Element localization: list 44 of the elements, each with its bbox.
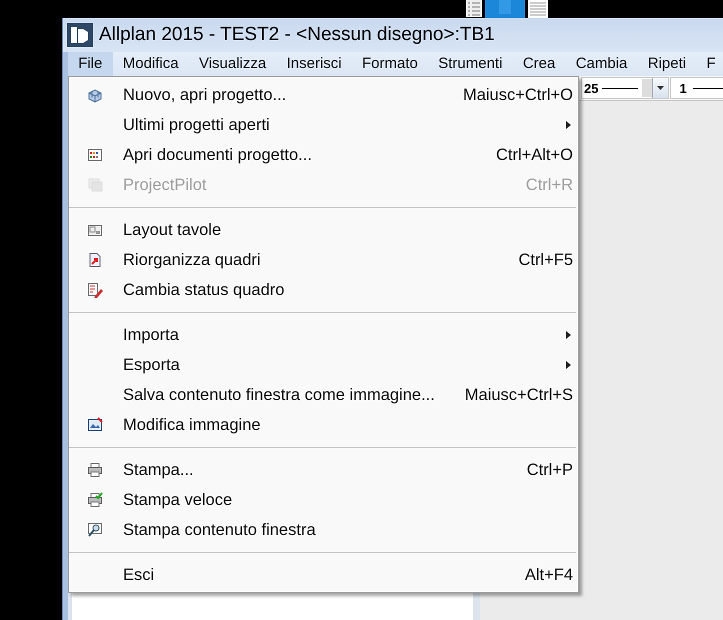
pen-combo[interactable]: 25 <box>581 77 670 99</box>
window-title: Allplan 2015 - TEST2 - <Nessun disegno>:TB1 <box>99 24 495 46</box>
search-icon <box>87 522 103 538</box>
layout-icon <box>87 222 103 238</box>
menu-item[interactable]: Crea <box>512 52 566 76</box>
menu-item[interactable]: Esci Alt+F4 <box>69 560 578 590</box>
menu-item[interactable]: Riorganizza quadri Ctrl+F5 <box>69 245 578 275</box>
menu-item[interactable]: Strumenti <box>428 52 513 76</box>
dropdown-arrow-icon <box>657 86 664 90</box>
menu-item[interactable]: Inserisci <box>276 52 352 76</box>
menu-item[interactable]: Stampa... Ctrl+P <box>69 455 578 485</box>
line-combo[interactable]: 1 <box>670 77 723 99</box>
menu-item[interactable]: Formato <box>352 52 428 76</box>
menu-item[interactable]: Stampa contenuto finestra <box>69 515 578 545</box>
menu-item[interactable]: Stampa veloce <box>69 485 578 515</box>
menu-item[interactable]: Visualizza <box>188 52 276 76</box>
cube-icon <box>87 87 103 103</box>
grid-icon <box>87 147 103 163</box>
app-logo <box>67 23 93 47</box>
menu-item[interactable]: F <box>696 52 723 76</box>
menu-item[interactable]: Modifica immagine <box>69 410 578 440</box>
document-icon <box>87 252 103 268</box>
menu-item[interactable]: Modifica <box>112 52 189 76</box>
menu-item[interactable]: Layout tavole <box>69 215 578 245</box>
menu-item[interactable]: Ultimi progetti aperti <box>69 110 578 140</box>
menu-item[interactable]: File <box>68 52 113 76</box>
menu-item[interactable]: Apri documenti progetto... Ctrl+Alt+O <box>69 140 578 170</box>
menu-item[interactable]: Nuovo, apri progetto... Maiusc+Ctrl+O <box>69 80 578 110</box>
menu-item[interactable]: Ripeti <box>638 52 696 76</box>
window-icon <box>87 177 103 193</box>
submenu-arrow-icon <box>566 121 571 129</box>
document-icon[interactable] <box>527 0 549 18</box>
menu-item[interactable]: Importa <box>69 320 578 350</box>
menu-item[interactable]: Cambia <box>566 52 638 76</box>
picture-icon <box>87 417 103 433</box>
printer-icon <box>87 492 103 508</box>
pencil-icon <box>87 282 103 298</box>
submenu-arrow-icon <box>566 361 571 369</box>
printer-icon <box>87 462 103 478</box>
menu-item[interactable]: Esporta <box>69 350 578 380</box>
list-icon[interactable] <box>465 0 483 18</box>
submenu-arrow-icon <box>566 331 571 339</box>
menu-item[interactable]: Cambia status quadro <box>69 275 578 305</box>
menu-item[interactable]: Salva contenuto finestra come immagine... Maiusc+Ctrl+S <box>69 380 578 410</box>
